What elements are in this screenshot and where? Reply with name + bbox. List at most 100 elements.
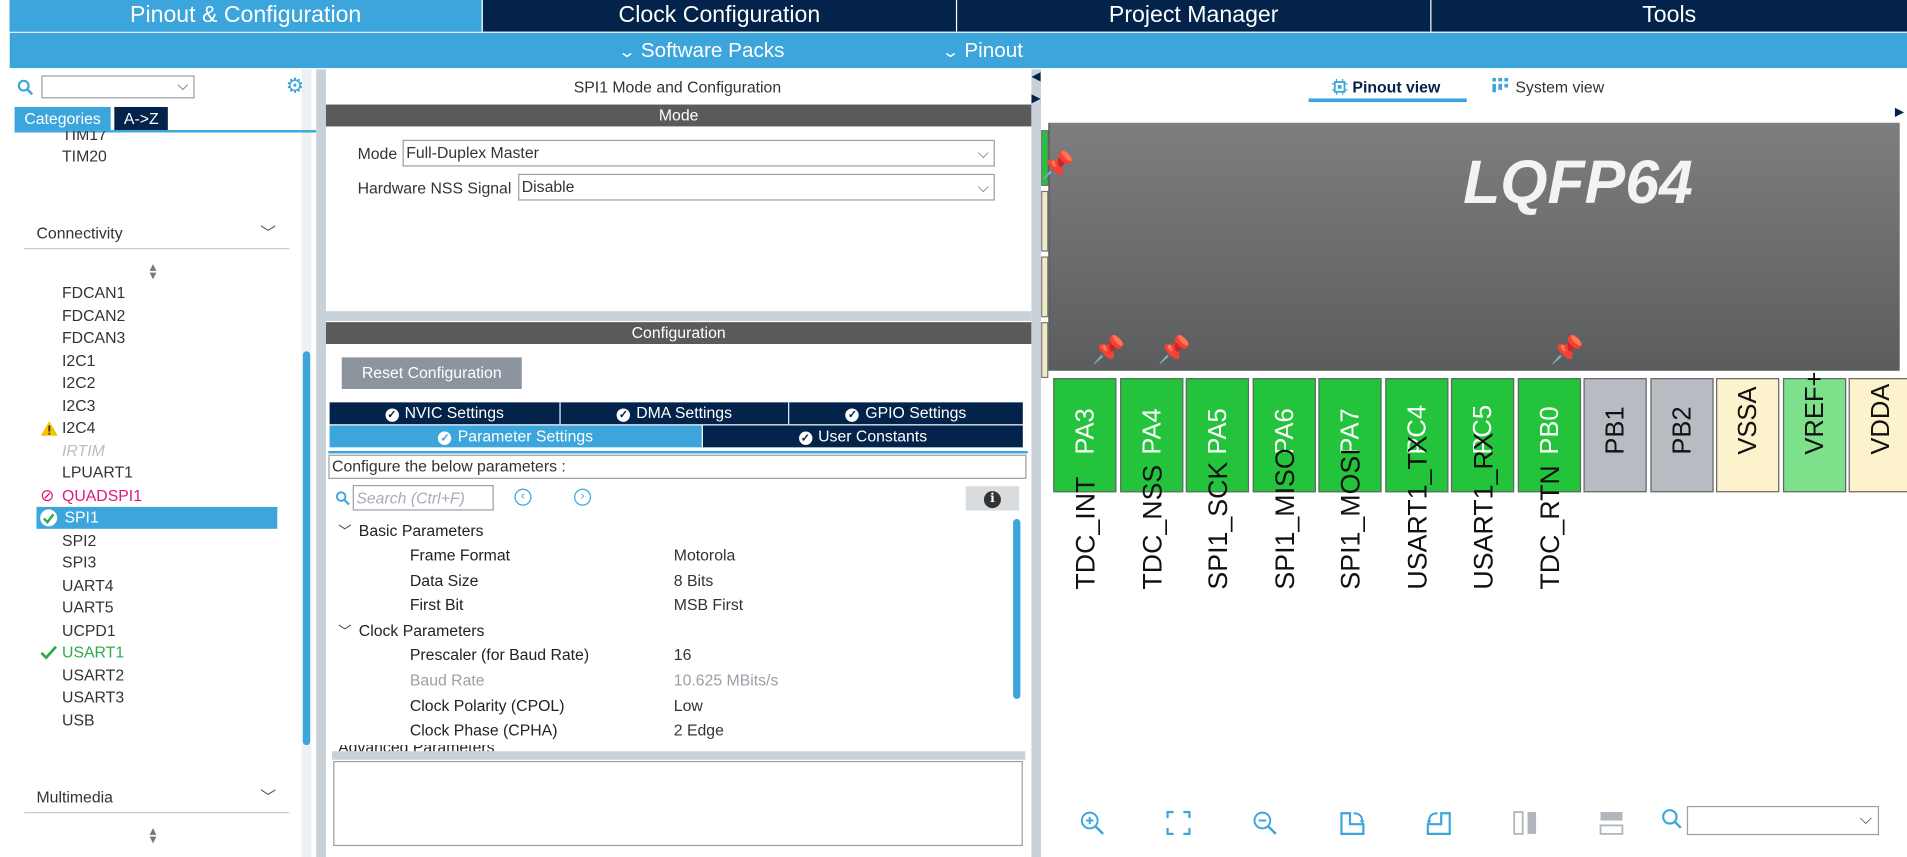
zoom-in-icon[interactable] <box>1080 811 1104 835</box>
side-pin[interactable] <box>1041 256 1049 318</box>
list-item-uart4[interactable]: UART4 <box>62 576 114 594</box>
param-value[interactable]: 8 Bits <box>674 571 714 589</box>
tab-pinout-view[interactable]: Pinout view <box>1352 78 1440 96</box>
collapse-right-icon[interactable]: ▶ <box>1031 92 1040 105</box>
gear-icon[interactable]: ⚙ <box>286 74 305 98</box>
list-item-usb[interactable]: USB <box>62 711 95 729</box>
chevron-down-icon[interactable]: ﹀ <box>260 220 276 243</box>
pin-vref[interactable]: VREF+ <box>1782 372 1846 493</box>
list-item[interactable]: TIM17 <box>62 131 107 141</box>
list-item[interactable]: TIM20 <box>62 147 107 165</box>
chevron-down-icon[interactable]: ﹀ <box>260 784 276 807</box>
section-divider[interactable] <box>325 311 1032 321</box>
scrollbar-thumb[interactable] <box>302 351 311 746</box>
collapse-right-icon[interactable]: ▶ <box>1895 106 1904 119</box>
param-value[interactable]: Low <box>674 697 703 715</box>
split-horizontal-icon[interactable] <box>1599 811 1624 835</box>
info-icon: i <box>983 491 1001 509</box>
categories-panel: ⌵ ⚙ Categories A->Z TIM17 TIM20 Connecti… <box>9 69 317 857</box>
list-item-i2c2[interactable]: I2C2 <box>62 373 95 391</box>
tab-system-view[interactable]: System view <box>1515 78 1604 96</box>
tab-project-manager[interactable]: Project Manager <box>957 0 1432 32</box>
nss-select[interactable]: Disable ⌵ <box>518 173 995 201</box>
chevron-down-icon: ﹀ <box>338 525 352 540</box>
parameter-search-input[interactable]: Search (Ctrl+F) <box>352 485 494 511</box>
tab-tools[interactable]: Tools <box>1431 0 1907 32</box>
param-value[interactable]: MSB First <box>674 596 743 614</box>
list-item-irtim[interactable]: IRTIM <box>62 441 105 459</box>
mode-label: Mode <box>357 144 398 163</box>
sort-icon[interactable]: ▴ ▾ <box>150 261 157 283</box>
tab-dma-settings[interactable]: ✓ DMA Settings <box>560 402 790 425</box>
pin-vssa[interactable]: VSSA <box>1716 378 1780 493</box>
split-vertical-icon[interactable] <box>1513 811 1537 835</box>
tab-pinout-configuration[interactable]: Pinout & Configuration <box>9 0 483 32</box>
list-item-fdcan2[interactable]: FDCAN2 <box>62 306 125 324</box>
list-item-lpuart1[interactable]: LPUART1 <box>62 463 133 481</box>
list-item-spi2[interactable]: SPI2 <box>62 531 96 549</box>
param-name: Frame Format <box>409 545 511 565</box>
pin-lock-icon: 📌 <box>1041 149 1075 180</box>
panel-splitter[interactable] <box>316 69 326 857</box>
previous-icon[interactable]: ‹ <box>514 488 532 506</box>
splitter-band[interactable] <box>332 751 1026 760</box>
pin-vdda[interactable]: VDDA <box>1848 378 1907 493</box>
divider <box>24 247 290 250</box>
tab-user-constants[interactable]: ✓ User Constants <box>702 425 1023 448</box>
tab-a-z[interactable]: A->Z <box>114 106 169 131</box>
rotate-icon[interactable] <box>1425 811 1452 835</box>
pin-pb2[interactable]: PB2 <box>1649 378 1714 493</box>
pin-pa3[interactable]: PA3 <box>1053 378 1117 493</box>
chevron-down-icon: ⌵ <box>977 178 989 196</box>
sort-icon[interactable]: ▴ ▾ <box>150 825 157 847</box>
tab-gpio-settings[interactable]: ✓ GPIO Settings <box>789 402 1023 425</box>
side-pin[interactable] <box>1041 322 1049 379</box>
fit-screen-icon[interactable] <box>1166 810 1191 835</box>
list-item-uart5[interactable]: UART5 <box>62 598 114 616</box>
collapse-left-icon[interactable]: ◀ <box>1031 71 1040 84</box>
list-item-fdcan3[interactable]: FDCAN3 <box>62 328 125 346</box>
group-clock-parameters[interactable]: ﹀ Clock Parameters <box>338 621 484 640</box>
chevron-down-icon[interactable]: ⌵ <box>1860 810 1872 829</box>
pin-search-input[interactable]: ⌵ <box>1686 805 1880 836</box>
tab-nvic-settings[interactable]: ✓ NVIC Settings <box>329 402 561 425</box>
tab-parameter-settings[interactable]: ✓ Parameter Settings <box>329 425 703 448</box>
param-value[interactable]: Motorola <box>674 546 736 564</box>
search-icon <box>17 79 34 96</box>
multimedia-section-title[interactable]: Multimedia <box>36 788 112 806</box>
info-button[interactable]: i <box>965 486 1020 511</box>
param-value[interactable]: 16 <box>674 645 692 663</box>
tab-clock-configuration[interactable]: Clock Configuration <box>483 0 958 32</box>
list-item-usart1[interactable]: USART1 <box>62 643 124 661</box>
software-packs-menu[interactable]: ⌄ Software Packs <box>618 33 785 69</box>
panel-splitter[interactable] <box>1031 69 1042 857</box>
list-item-spi1[interactable]: SPI1 <box>36 506 278 529</box>
list-item-i2c1[interactable]: I2C1 <box>62 351 95 369</box>
next-icon[interactable]: › <box>574 488 592 506</box>
tab-categories[interactable]: Categories <box>14 106 111 131</box>
category-search-input[interactable]: ⌵ <box>41 75 195 99</box>
export-icon[interactable] <box>1339 811 1366 835</box>
chip-package-label: LQFP64 <box>1463 148 1693 217</box>
zoom-out-icon[interactable] <box>1253 811 1277 835</box>
list-item-spi3[interactable]: SPI3 <box>62 553 96 571</box>
chevron-down-icon[interactable]: ⌵ <box>177 77 188 95</box>
pin-pb1[interactable]: PB1 <box>1583 378 1647 493</box>
search-icon <box>1662 809 1682 829</box>
list-item-usart2[interactable]: USART2 <box>62 666 124 684</box>
pin-name: PA5 <box>1204 408 1233 455</box>
reset-configuration-button[interactable]: Reset Configuration <box>341 357 522 389</box>
list-item-i2c3[interactable]: I2C3 <box>62 396 95 414</box>
list-item-fdcan1[interactable]: FDCAN1 <box>62 283 125 301</box>
list-item-quadspi1[interactable]: QUADSPI1 <box>62 486 142 504</box>
scrollbar-thumb[interactable] <box>1013 519 1021 699</box>
side-pin[interactable] <box>1041 190 1049 252</box>
param-value[interactable]: 2 Edge <box>674 721 724 739</box>
connectivity-section-title[interactable]: Connectivity <box>36 224 122 242</box>
pinout-menu[interactable]: ⌄ Pinout <box>941 33 1023 69</box>
list-item-i2c4[interactable]: I2C4 <box>62 418 95 436</box>
list-item-usart3[interactable]: USART3 <box>62 688 124 706</box>
group-basic-parameters[interactable]: ﹀ Basic Parameters <box>338 521 483 540</box>
mode-select[interactable]: Full-Duplex Master ⌵ <box>402 139 995 167</box>
list-item-ucpd1[interactable]: UCPD1 <box>62 621 116 639</box>
